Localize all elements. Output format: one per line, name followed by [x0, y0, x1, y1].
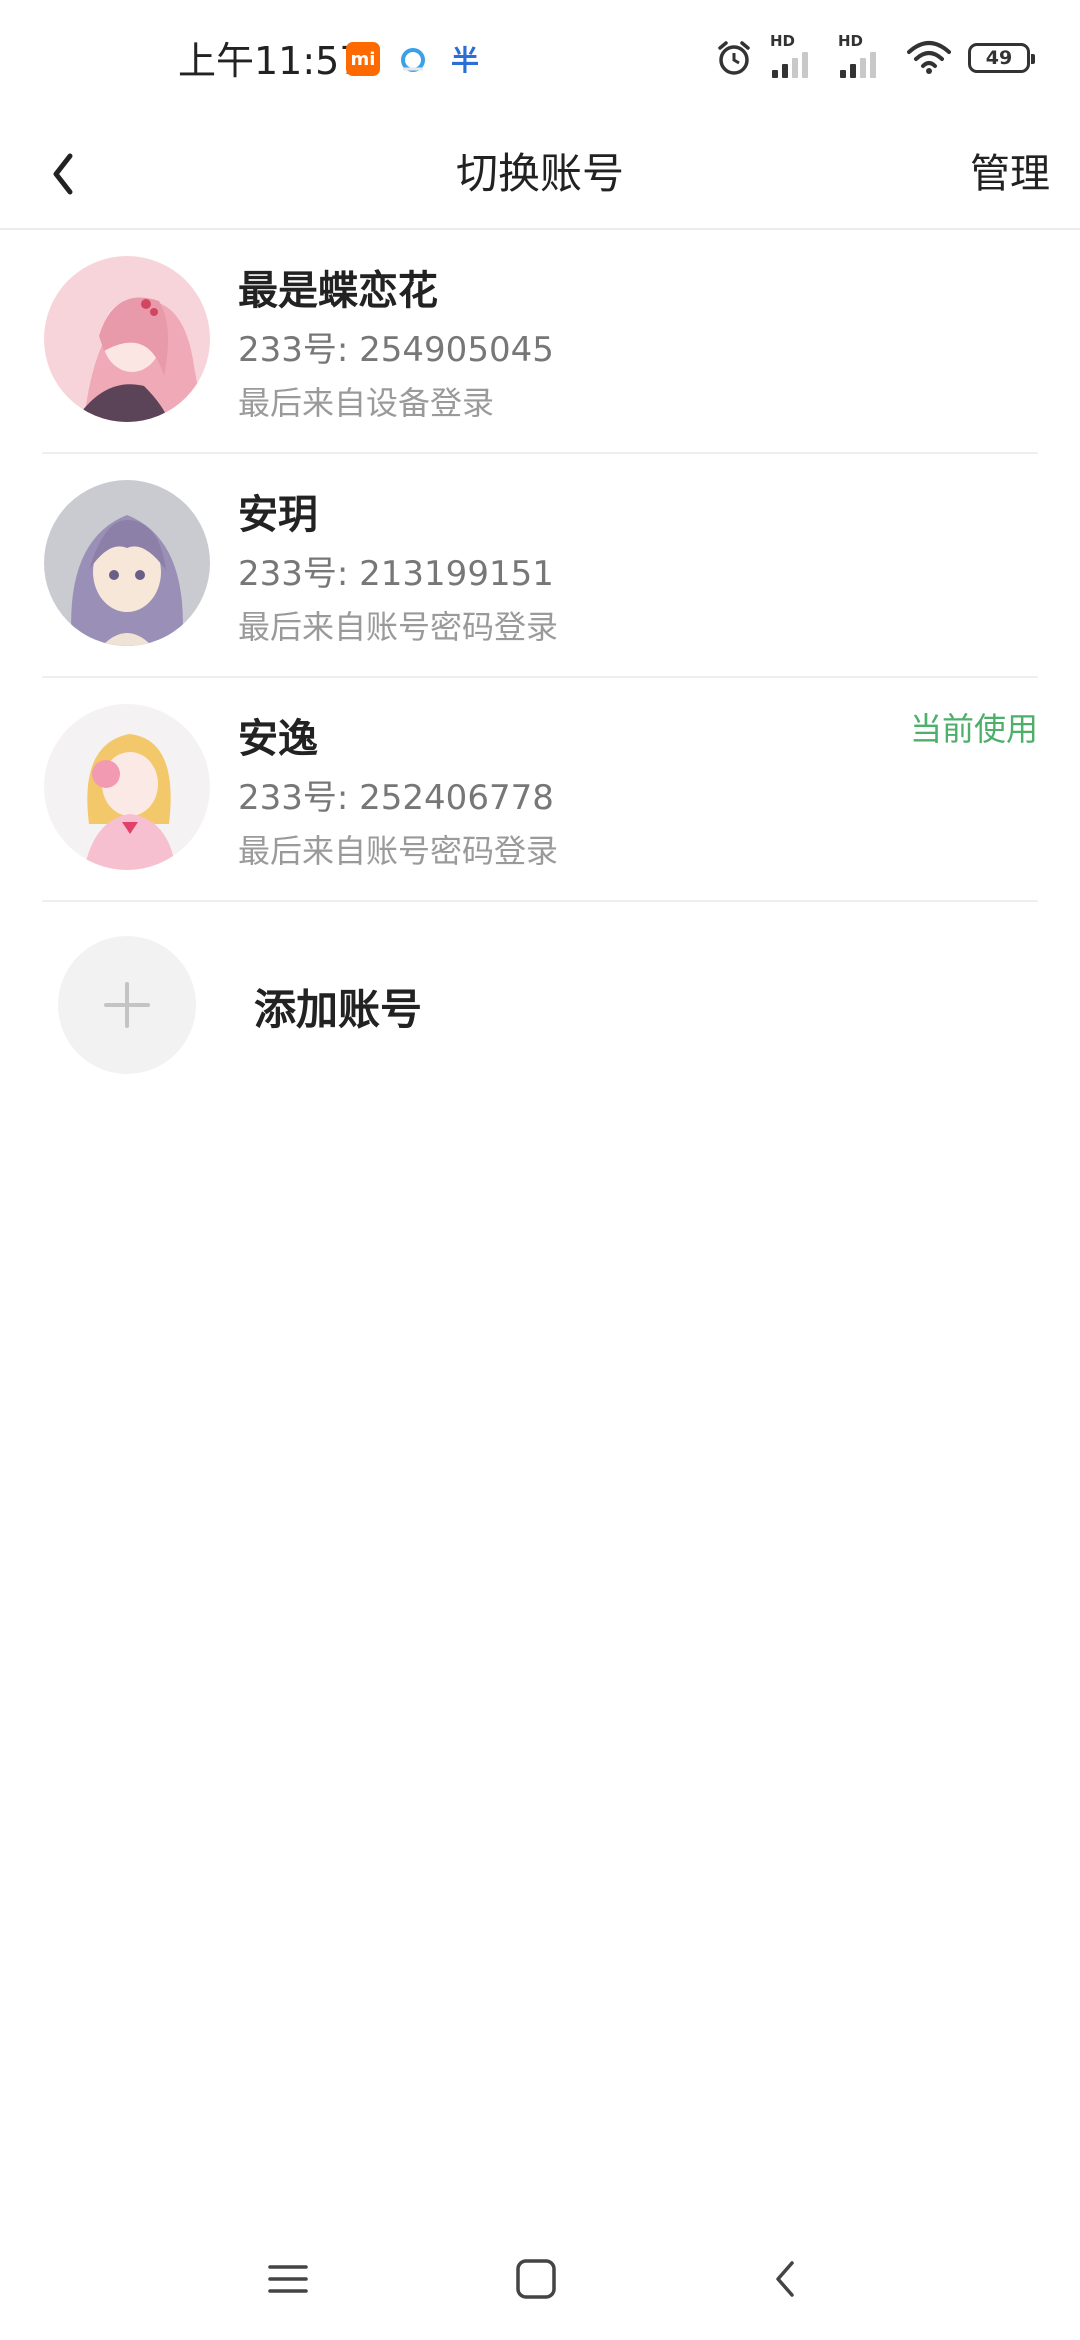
manage-button[interactable]: 管理 — [970, 120, 1050, 228]
hd-label: HD — [770, 32, 796, 50]
last-login-info: 最后来自账号密码登录 — [238, 608, 559, 646]
add-account-button[interactable]: 添加账号 — [42, 930, 1038, 1080]
account-item[interactable]: 安逸 233号: 252406778 最后来自账号密码登录 当前使用 — [42, 678, 1038, 902]
signal-icon-2: HD — [838, 32, 890, 80]
account-name: 安玥 — [238, 492, 318, 538]
alarm-icon — [718, 41, 750, 75]
account-item[interactable]: 安玥 233号: 213199151 最后来自账号密码登录 — [42, 454, 1038, 678]
back-icon — [776, 2261, 794, 2297]
last-login-info: 最后来自设备登录 — [238, 384, 495, 422]
battery-level: 49 — [985, 47, 1013, 69]
home-button[interactable] — [496, 2244, 576, 2314]
wifi-icon — [907, 41, 951, 74]
account-id: 233号: 254905045 — [238, 330, 554, 370]
plus-icon — [58, 936, 196, 1074]
status-icons: HD HD 49 — [714, 32, 1035, 80]
account-item[interactable]: 最是蝶恋花 233号: 254905045 最后来自设备登录 — [42, 230, 1038, 454]
system-nav-bar — [0, 2220, 1080, 2340]
menu-icon — [268, 2265, 308, 2293]
last-login-info: 最后来自账号密码登录 — [238, 832, 559, 870]
menu-button[interactable] — [248, 2244, 328, 2314]
top-app-bar: 切换账号 管理 — [0, 120, 1080, 230]
account-name: 安逸 — [238, 716, 318, 762]
battery-icon: 49 — [968, 43, 1035, 73]
hd-label-2: HD — [838, 32, 864, 50]
mi-app-icon: mi — [346, 42, 380, 76]
notification-app-icon — [396, 42, 430, 76]
status-bar: 上午11:57 mi 半 HD HD 49 — [0, 0, 1080, 120]
avatar — [44, 704, 210, 870]
account-list: 最是蝶恋花 233号: 254905045 最后来自设备登录 安玥 233号: … — [0, 230, 1080, 902]
notification-app-icon-2: 半 — [450, 44, 479, 77]
page-title: 切换账号 — [455, 149, 624, 198]
account-id: 233号: 213199151 — [238, 554, 554, 594]
avatar — [44, 256, 210, 422]
avatar — [44, 480, 210, 646]
home-icon — [516, 2259, 556, 2299]
system-back-button[interactable] — [746, 2244, 826, 2314]
account-name: 最是蝶恋花 — [238, 268, 438, 314]
add-account-label: 添加账号 — [254, 985, 423, 1034]
current-account-badge: 当前使用 — [909, 710, 1038, 748]
signal-icon: HD — [770, 32, 822, 80]
account-id: 233号: 252406778 — [238, 778, 554, 818]
status-time: 上午11:57 — [178, 39, 364, 83]
